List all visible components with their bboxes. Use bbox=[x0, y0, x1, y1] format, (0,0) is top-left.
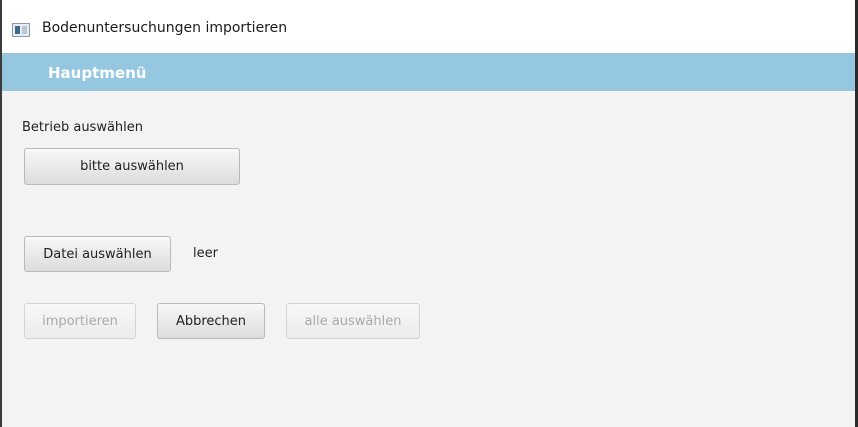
cancel-button[interactable]: Abbrechen bbox=[157, 303, 265, 339]
window-title: Bodenuntersuchungen importieren bbox=[42, 20, 288, 36]
menu-bar: Hauptmenü bbox=[2, 53, 855, 91]
betrieb-label: Betrieb auswählen bbox=[22, 120, 144, 135]
file-select-button[interactable]: Datei auswählen bbox=[24, 236, 171, 272]
menu-item-hauptmenue[interactable]: Hauptmenü bbox=[48, 64, 146, 82]
betrieb-select-button[interactable]: bitte auswählen bbox=[24, 148, 240, 185]
import-button[interactable]: importieren bbox=[24, 303, 136, 339]
app-window-icon bbox=[12, 23, 30, 37]
title-bar: Bodenuntersuchungen importieren bbox=[2, 0, 855, 53]
app-window: Bodenuntersuchungen importieren Hauptmen… bbox=[0, 0, 858, 427]
file-status-text: leer bbox=[193, 246, 218, 261]
select-all-button[interactable]: alle auswählen bbox=[286, 303, 420, 339]
